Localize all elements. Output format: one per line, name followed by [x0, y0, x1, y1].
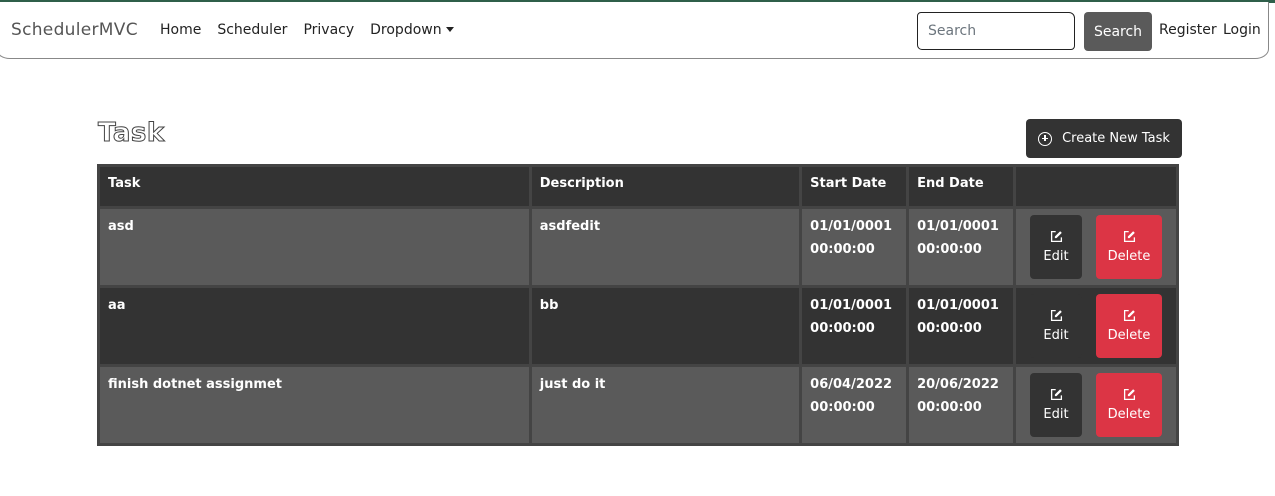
cell-start-date: 01/01/0001 00:00:00 — [799, 206, 910, 288]
search-input[interactable] — [917, 12, 1075, 50]
delete-button[interactable]: Delete — [1096, 373, 1162, 437]
start-time: 00:00:00 — [810, 321, 875, 336]
header-actions — [1013, 164, 1179, 209]
end-time: 00:00:00 — [917, 321, 982, 336]
end-date: 01/01/0001 — [917, 219, 999, 234]
start-date: 01/01/0001 — [810, 298, 893, 313]
header-task: Task — [97, 164, 532, 209]
page-title: Task — [98, 118, 165, 149]
header-description: Description — [528, 164, 803, 209]
pencil-square-icon — [1050, 230, 1062, 243]
cell-start-date: 01/01/0001 00:00:00 — [799, 285, 910, 367]
start-time: 00:00:00 — [810, 400, 875, 415]
cell-description: bb — [528, 285, 803, 367]
pencil-square-icon — [1123, 388, 1135, 401]
edit-label: Edit — [1043, 407, 1069, 422]
cell-task: finish dotnet assignmet — [97, 364, 532, 446]
nav-links: Home Scheduler Privacy Dropdown — [160, 22, 470, 38]
login-link[interactable]: Login — [1223, 22, 1261, 38]
search-button[interactable]: Search — [1084, 12, 1152, 51]
cell-description: asdfedit — [528, 206, 803, 288]
delete-label: Delete — [1107, 407, 1151, 422]
caret-down-icon — [445, 27, 454, 32]
nav-link-home[interactable]: Home — [160, 22, 201, 38]
pencil-square-icon — [1123, 230, 1135, 243]
nav-link-privacy[interactable]: Privacy — [303, 22, 354, 38]
table-row: finish dotnet assignmet just do it 06/04… — [97, 364, 1179, 446]
edit-button[interactable]: Edit — [1030, 294, 1082, 358]
end-date: 20/06/2022 — [917, 377, 999, 392]
header-start-date: Start Date — [799, 164, 910, 209]
start-date: 01/01/0001 — [810, 219, 893, 234]
pencil-square-icon — [1123, 309, 1135, 322]
header-end-date: End Date — [906, 164, 1016, 209]
edit-button[interactable]: Edit — [1030, 215, 1082, 279]
cell-actions: Edit Delete — [1013, 364, 1179, 446]
start-date: 06/04/2022 — [810, 377, 893, 392]
edit-label: Edit — [1043, 249, 1069, 264]
delete-label: Delete — [1107, 328, 1151, 343]
edit-label: Edit — [1043, 328, 1069, 343]
table-row: asd asdfedit 01/01/0001 00:00:00 01/01/00… — [97, 206, 1179, 288]
table-row: aa bb 01/01/0001 00:00:00 01/01/0001 00:00… — [97, 285, 1179, 367]
cell-start-date: 06/04/2022 00:00:00 — [799, 364, 910, 446]
cell-task: aa — [97, 285, 532, 367]
task-table: Task Description Start Date End Date asd… — [97, 164, 1179, 446]
brand-logo[interactable]: SchedulerMVC — [11, 20, 138, 40]
end-date: 01/01/0001 — [917, 298, 999, 313]
create-task-label: Create New Task — [1062, 131, 1170, 146]
start-time: 00:00:00 — [810, 242, 875, 257]
cell-actions: Edit Delete — [1013, 285, 1179, 367]
create-task-button[interactable]: Create New Task — [1026, 119, 1182, 158]
plus-circle-icon — [1038, 131, 1053, 146]
nav-link-scheduler[interactable]: Scheduler — [217, 22, 287, 38]
cell-end-date: 01/01/0001 00:00:00 — [906, 206, 1016, 288]
pencil-square-icon — [1050, 309, 1062, 322]
cell-end-date: 20/06/2022 00:00:00 — [906, 364, 1016, 446]
register-link[interactable]: Register — [1159, 22, 1217, 38]
nav-dropdown-label: Dropdown — [370, 22, 442, 38]
end-time: 00:00:00 — [917, 400, 982, 415]
cell-description: just do it — [528, 364, 803, 446]
cell-task: asd — [97, 206, 532, 288]
navbar: SchedulerMVC Home Scheduler Privacy Drop… — [0, 2, 1269, 59]
delete-button[interactable]: Delete — [1096, 294, 1162, 358]
edit-button[interactable]: Edit — [1030, 373, 1082, 437]
delete-label: Delete — [1107, 249, 1151, 264]
cell-end-date: 01/01/0001 00:00:00 — [906, 285, 1016, 367]
pencil-square-icon — [1050, 388, 1062, 401]
cell-actions: Edit Delete — [1013, 206, 1179, 288]
delete-button[interactable]: Delete — [1096, 215, 1162, 279]
end-time: 00:00:00 — [917, 242, 982, 257]
table-header-row: Task Description Start Date End Date — [97, 164, 1179, 209]
nav-dropdown-toggle[interactable]: Dropdown — [370, 22, 454, 38]
